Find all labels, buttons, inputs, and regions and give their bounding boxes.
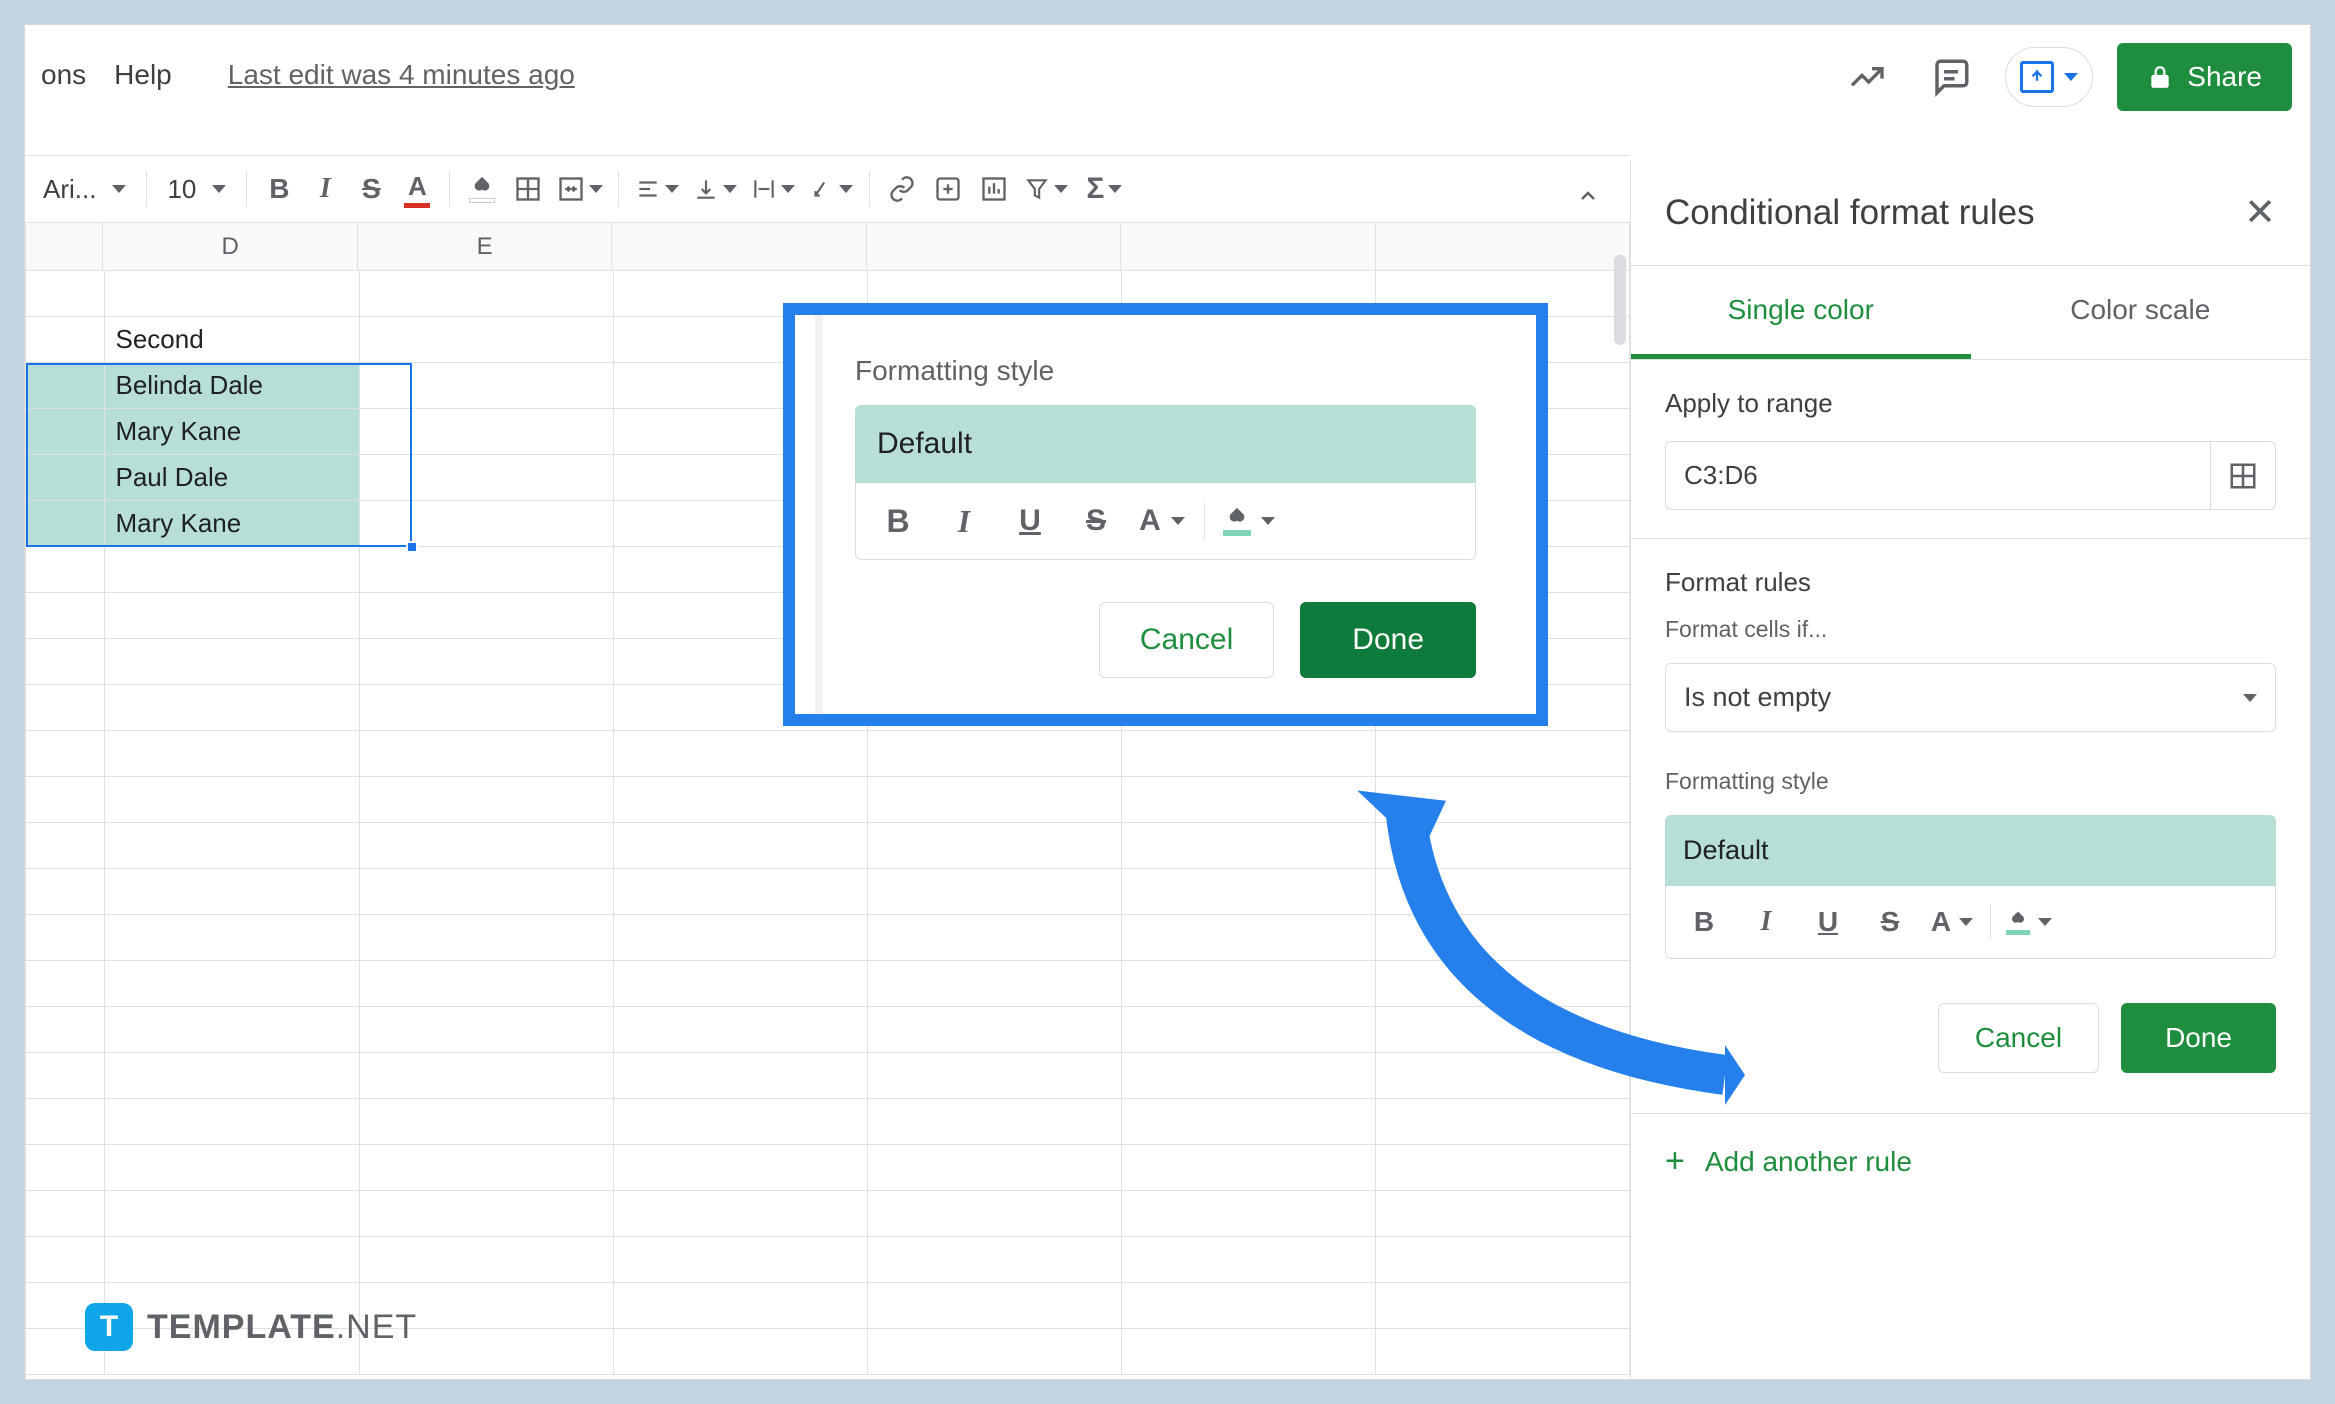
fill-color-button[interactable] (460, 167, 504, 211)
text-wrap-button[interactable] (745, 167, 801, 211)
menu-addons[interactable]: ons (41, 59, 86, 91)
chevron-down-icon (723, 185, 737, 193)
cell-d5[interactable]: Paul Dale (105, 455, 359, 501)
fill-color-button[interactable] (2005, 898, 2053, 946)
chevron-down-icon (781, 185, 795, 193)
font-family-select[interactable]: Ari... (33, 174, 136, 205)
range-input[interactable]: C3:D6 (1665, 441, 2210, 510)
callout-done-button[interactable]: Done (1300, 602, 1476, 678)
watermark: T TEMPLATE.NET (85, 1303, 417, 1351)
trend-icon[interactable] (1837, 47, 1897, 107)
sidebar-title: Conditional format rules (1665, 193, 2035, 233)
menu-bar: ons Help Last edit was 4 minutes ago Sha… (25, 25, 2310, 125)
last-edit-link[interactable]: Last edit was 4 minutes ago (228, 59, 575, 91)
horizontal-align-button[interactable] (629, 167, 685, 211)
chevron-down-icon (1171, 517, 1185, 525)
italic-button[interactable]: I (940, 497, 988, 545)
chevron-down-icon (112, 185, 126, 193)
chevron-down-icon (1959, 918, 1973, 926)
menu-help[interactable]: Help (114, 59, 172, 91)
strikethrough-button[interactable]: S (1072, 497, 1120, 545)
fill-color-button[interactable] (1223, 497, 1275, 545)
text-color-button[interactable]: A (1138, 497, 1186, 545)
share-button[interactable]: Share (2117, 43, 2292, 111)
borders-button[interactable] (506, 167, 550, 211)
callout-cancel-button[interactable]: Cancel (1099, 602, 1274, 678)
collapse-toolbar-button[interactable] (1566, 174, 1610, 218)
comment-history-icon[interactable] (1921, 47, 1981, 107)
formatting-style-label: Formatting style (1631, 758, 2310, 805)
text-color-button[interactable]: A (395, 167, 439, 211)
selection-handle[interactable] (406, 541, 418, 553)
italic-button[interactable]: I (1742, 898, 1790, 946)
format-condition-select[interactable]: Is not empty (1665, 663, 2276, 732)
lock-icon (2147, 64, 2173, 90)
plus-icon: + (1665, 1142, 1685, 1181)
strikethrough-button[interactable]: S (349, 167, 393, 211)
strikethrough-button[interactable]: S (1866, 898, 1914, 946)
chevron-down-icon (2243, 694, 2257, 702)
scroll-handle[interactable] (1614, 255, 1626, 345)
insert-chart-button[interactable] (972, 167, 1016, 211)
chevron-down-icon (1261, 517, 1275, 525)
vertical-align-button[interactable] (687, 167, 743, 211)
cell-d3[interactable]: Belinda Dale (105, 363, 359, 409)
select-range-button[interactable] (2210, 441, 2276, 510)
apply-to-range-label: Apply to range (1631, 360, 2310, 427)
present-button[interactable] (2005, 47, 2093, 107)
share-label: Share (2187, 61, 2262, 93)
toolbar: Ari... 10 B I S A Σ (25, 155, 1630, 223)
cell-d6[interactable]: Mary Kane (105, 501, 359, 547)
column-header-d[interactable]: D (103, 223, 357, 270)
bold-button[interactable]: B (1680, 898, 1728, 946)
chevron-down-icon (2038, 918, 2052, 926)
insert-link-button[interactable] (880, 167, 924, 211)
merge-cells-button[interactable] (552, 167, 608, 211)
tab-color-scale[interactable]: Color scale (1971, 266, 2311, 359)
text-color-button[interactable]: A (1928, 898, 1976, 946)
chevron-down-icon (589, 185, 603, 193)
cell-d4[interactable]: Mary Kane (105, 409, 359, 455)
bold-button[interactable]: B (874, 497, 922, 545)
bold-button[interactable]: B (257, 167, 301, 211)
chevron-down-icon (839, 185, 853, 193)
tab-single-color[interactable]: Single color (1631, 266, 1971, 359)
text-rotation-button[interactable] (803, 167, 859, 211)
close-icon[interactable]: ✕ (2244, 190, 2276, 235)
chevron-down-icon (2064, 73, 2078, 81)
font-size-select[interactable]: 10 (157, 174, 236, 205)
chevron-down-icon (1108, 185, 1122, 193)
callout-default-preview[interactable]: Default (855, 405, 1476, 483)
italic-button[interactable]: I (303, 167, 347, 211)
underline-button[interactable]: U (1006, 497, 1054, 545)
conditional-format-sidebar: Conditional format rules ✕ Single color … (1630, 160, 2310, 1379)
cancel-button[interactable]: Cancel (1938, 1003, 2099, 1073)
callout-formatting-style: Formatting style Default B I U S A Cance… (783, 303, 1548, 726)
format-rules-label: Format rules (1631, 539, 2310, 606)
chevron-down-icon (1054, 185, 1068, 193)
chevron-down-icon (212, 185, 226, 193)
functions-button[interactable]: Σ (1076, 167, 1132, 211)
chevron-down-icon (665, 185, 679, 193)
underline-button[interactable]: U (1804, 898, 1852, 946)
callout-formatting-style-label: Formatting style (855, 355, 1476, 387)
insert-comment-button[interactable] (926, 167, 970, 211)
default-style-preview[interactable]: Default (1665, 815, 2276, 886)
filter-button[interactable] (1018, 167, 1074, 211)
watermark-badge: T (85, 1303, 133, 1351)
done-button[interactable]: Done (2121, 1003, 2276, 1073)
column-header-e[interactable]: E (358, 223, 612, 270)
cell-d2[interactable]: Second (105, 317, 359, 363)
add-another-rule-button[interactable]: + Add another rule (1631, 1113, 2310, 1209)
format-cells-if-label: Format cells if... (1631, 606, 2310, 653)
